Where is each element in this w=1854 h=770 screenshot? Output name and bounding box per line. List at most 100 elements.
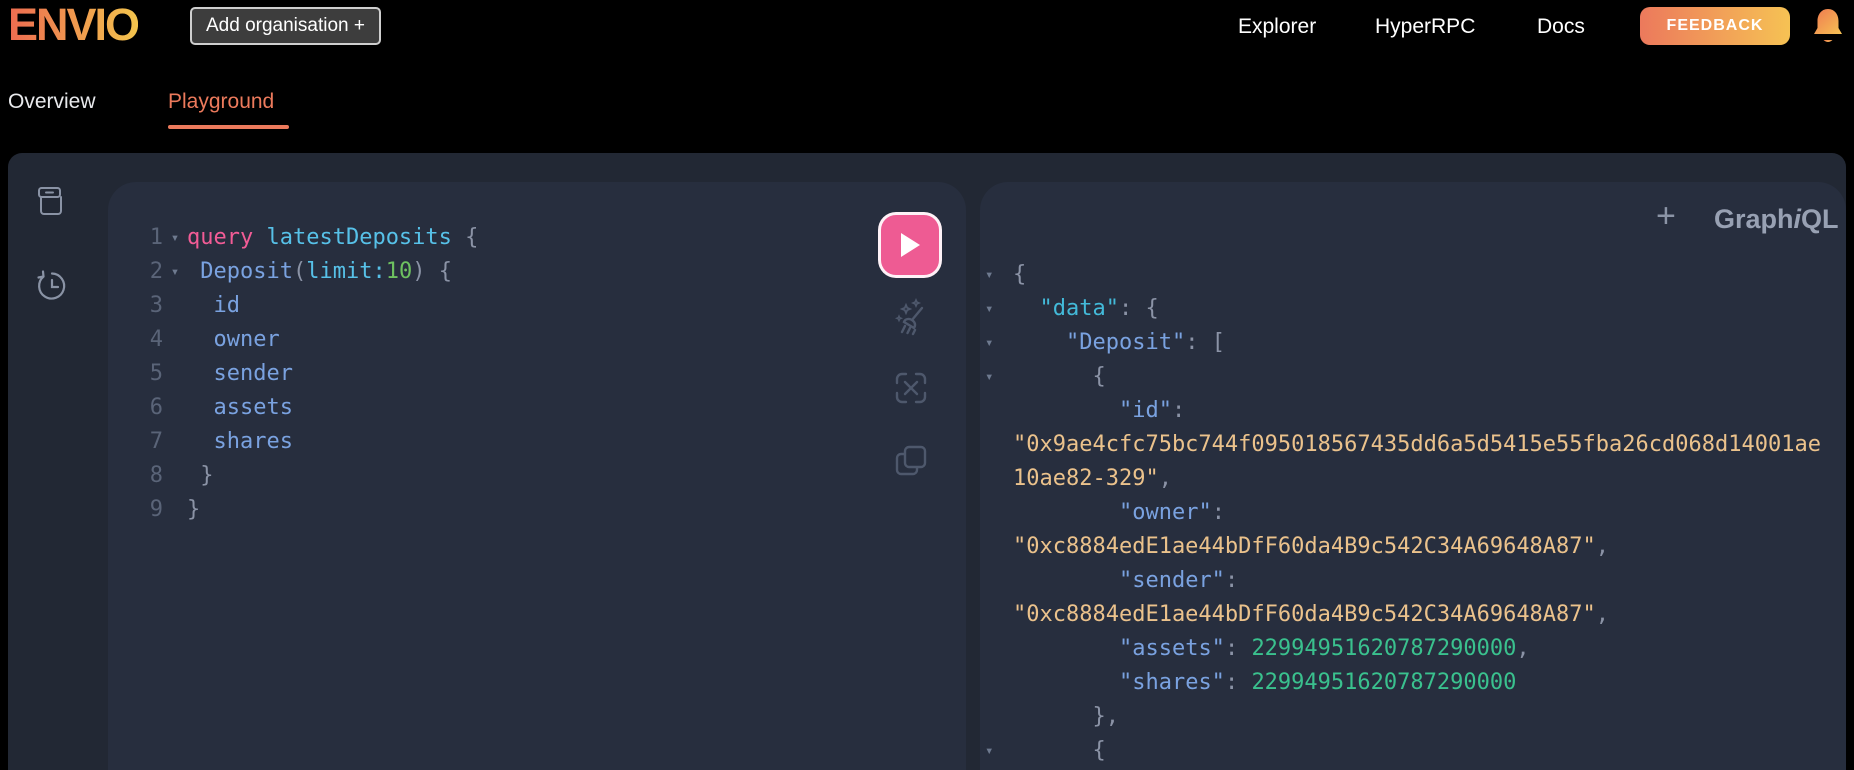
play-icon — [901, 233, 920, 257]
code-text: "sender": — [1118, 568, 1239, 593]
fold-triangle-icon[interactable]: ▾ — [982, 326, 1013, 360]
code-text: query latestDeposits { — [187, 225, 479, 250]
code-line: "id": — [982, 394, 1846, 428]
line-number: 5 — [149, 361, 163, 386]
code-text: "shares": 22994951620787290000 — [1118, 670, 1517, 695]
code-text: "0xc8884edE1ae44bDfF60da4B9c542C34A69648… — [1013, 602, 1610, 627]
nav-item-docs[interactable]: Docs — [1537, 12, 1585, 42]
code-line: ▾ "Deposit": [ — [982, 326, 1846, 360]
fold-triangle-icon[interactable]: ▾ — [982, 292, 1013, 326]
code-line: "sender": — [982, 564, 1846, 598]
code-text: { — [1013, 364, 1106, 389]
response-json-viewer: ▾{▾ "data": {▾ "Deposit": [▾ { "id": "0x9… — [982, 258, 1846, 768]
history-icon[interactable] — [34, 268, 70, 309]
line-number: 8 — [149, 463, 163, 488]
tab-overview[interactable]: Overview — [8, 87, 96, 117]
merge-icon[interactable] — [893, 370, 929, 411]
feedback-button[interactable]: FEEDBACK — [1640, 7, 1790, 45]
code-line: 9} — [145, 493, 478, 527]
fold-triangle-icon[interactable]: ▾ — [982, 258, 1013, 292]
line-number: 4 — [149, 327, 163, 352]
graphiql-logo-ql: QL — [1801, 204, 1839, 234]
code-text: "0xc8884edE1ae44bDfF60da4B9c542C34A69648… — [1013, 534, 1610, 559]
code-line: "owner": — [982, 496, 1846, 530]
active-tab-underline — [168, 125, 289, 129]
add-tab-button[interactable]: + — [1656, 198, 1676, 234]
code-line: "assets": 22994951620787290000, — [982, 632, 1846, 666]
code-line: "shares": 22994951620787290000 — [982, 666, 1846, 700]
code-line: ▾ { — [982, 360, 1846, 394]
code-text: "data": { — [1039, 296, 1159, 321]
code-text: { — [1013, 738, 1106, 763]
execute-query-button[interactable] — [878, 212, 942, 278]
prettify-icon[interactable] — [892, 297, 930, 345]
line-number: 3 — [149, 293, 163, 318]
code-text: shares — [213, 429, 293, 454]
code-text: "0x9ae4cfc75bc744f095018567435dd6a5d5415… — [1013, 432, 1821, 457]
code-line: 6 assets — [145, 391, 478, 425]
copy-icon[interactable] — [894, 444, 928, 483]
code-text: 10ae82-329", — [1013, 466, 1172, 491]
nav-item-hyperrpc[interactable]: HyperRPC — [1375, 12, 1475, 42]
code-text: "id": — [1118, 398, 1186, 423]
fold-triangle-icon[interactable]: ▾ — [163, 255, 187, 289]
code-text: owner — [213, 327, 280, 352]
fold-triangle-icon[interactable]: ▾ — [982, 360, 1013, 394]
code-text: Deposit(limit:10) { — [200, 259, 452, 284]
line-number: 9 — [149, 497, 163, 522]
code-text: assets — [213, 395, 293, 420]
code-line: 8 } — [145, 459, 478, 493]
code-line: 3 id — [145, 289, 478, 323]
line-number: 2 — [149, 259, 163, 284]
fold-triangle-icon[interactable]: ▾ — [163, 221, 187, 255]
code-line: 4 owner — [145, 323, 478, 357]
envio-logo: ENVIO — [8, 0, 140, 50]
code-text: "owner": — [1118, 500, 1225, 525]
code-line: }, — [982, 700, 1846, 734]
graphiql-logo: GraphiQL — [1714, 202, 1839, 236]
code-line: 7 shares — [145, 425, 478, 459]
line-number: 1 — [149, 225, 163, 250]
code-line: "0xc8884edE1ae44bDfF60da4B9c542C34A69648… — [982, 598, 1846, 632]
code-line: "0x9ae4cfc75bc744f095018567435dd6a5d5415… — [982, 428, 1846, 462]
tab-playground[interactable]: Playground — [168, 87, 274, 117]
code-text: "assets": 22994951620787290000, — [1118, 636, 1530, 661]
code-line: 1 ▾ query latestDeposits { — [145, 221, 479, 255]
nav-item-explorer[interactable]: Explorer — [1238, 12, 1316, 42]
code-line: ▾{ — [982, 258, 1846, 292]
add-organisation-button[interactable]: Add organisation + — [190, 7, 381, 45]
code-text: "Deposit": [ — [1065, 330, 1225, 355]
fold-triangle-icon[interactable]: ▾ — [982, 734, 1013, 768]
graphiql-logo-graph: Graph — [1714, 204, 1794, 234]
code-text: }, — [1013, 704, 1119, 729]
code-line: 2 ▾ Deposit(limit:10) { — [145, 255, 478, 289]
docs-icon[interactable] — [36, 185, 66, 224]
code-text: } — [187, 463, 214, 488]
code-text: id — [213, 293, 241, 318]
graphiql-logo-i: i — [1793, 204, 1802, 234]
code-text: { — [1013, 262, 1027, 287]
query-editor-code[interactable]: 1 ▾ query latestDeposits {2 ▾ Deposit(limit… — [145, 221, 479, 527]
bell-icon[interactable] — [1810, 6, 1846, 55]
code-line: ▾ "data": { — [982, 292, 1846, 326]
code-line: ▾ { — [982, 734, 1846, 768]
line-number: 7 — [149, 429, 163, 454]
code-line: 10ae82-329", — [982, 462, 1846, 496]
code-line: 5 sender — [145, 357, 478, 391]
code-line: "0xc8884edE1ae44bDfF60da4B9c542C34A69648… — [982, 530, 1846, 564]
